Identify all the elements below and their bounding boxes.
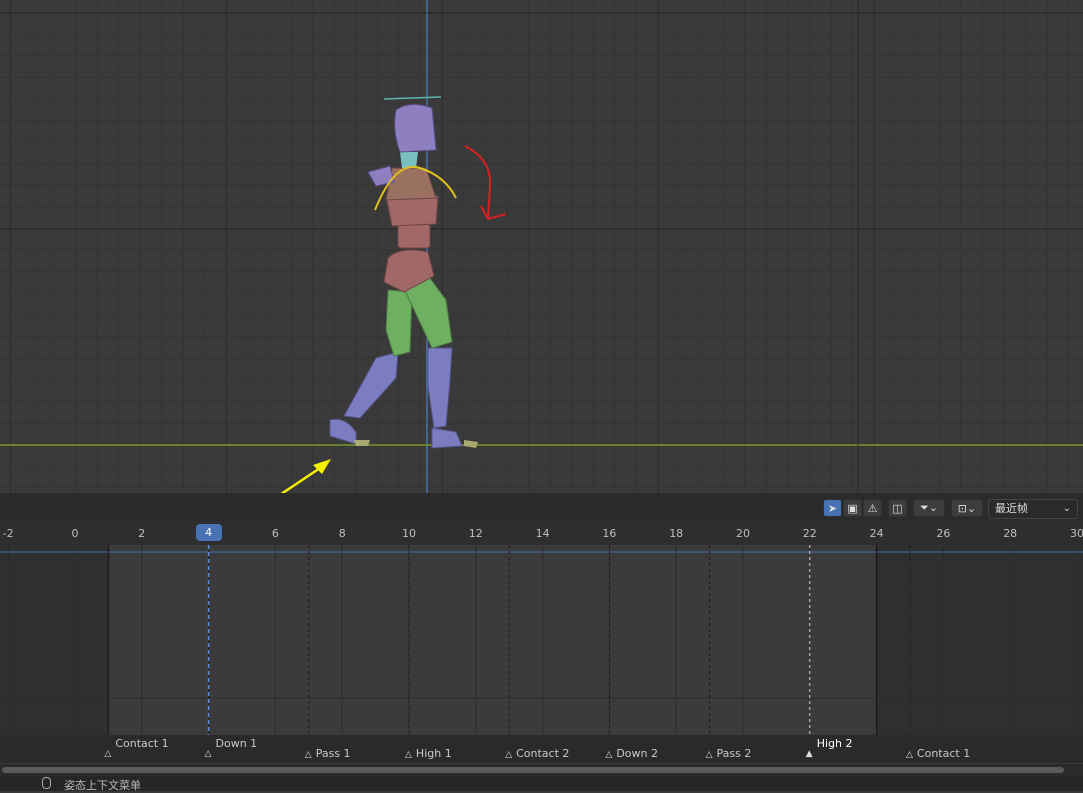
frame-tick-label: 16 (602, 527, 617, 540)
marker-triangle-icon: ▲ (805, 749, 813, 759)
marker-label: Contact 1 (115, 737, 169, 750)
marker-label: Pass 2 (716, 747, 752, 760)
frame-tick-label: 30 (1070, 527, 1083, 540)
mouse-icon (42, 777, 51, 789)
head (394, 104, 437, 153)
marker-label: Down 1 (215, 737, 258, 750)
marker-triangle-icon: △ (705, 750, 713, 760)
character-rig (329, 96, 478, 449)
timeline-marker[interactable]: △ Pass 2 (706, 747, 752, 760)
3d-viewport[interactable] (0, 0, 1083, 493)
timeline-marker[interactable]: △Down 1 (205, 737, 258, 759)
abdomen (397, 223, 431, 249)
marker-triangle-icon: △ (304, 750, 312, 760)
marker-label: Contact 1 (916, 747, 971, 760)
mode-select-value: 最近帧 (995, 502, 1028, 515)
snap-icon[interactable]: ⊡⌄ (951, 499, 983, 517)
frame-tick-label: 20 (736, 527, 750, 540)
scrollbar-thumb[interactable] (2, 767, 1064, 773)
frame-tick-label: 22 (802, 527, 817, 540)
timeline-marker[interactable]: ▲High 2 (806, 737, 853, 759)
rotation-annotation (464, 145, 492, 219)
frame-tick-label: 10 (402, 527, 416, 540)
marker-triangle-icon: △ (104, 749, 112, 759)
marker-label: High 1 (415, 747, 452, 760)
timeline-track-area[interactable] (0, 545, 1083, 735)
marker-triangle-icon: △ (405, 750, 412, 760)
frame-tick-label: 14 (535, 527, 550, 540)
frame-tick-label: 28 (1003, 527, 1018, 540)
upper-chest (385, 167, 437, 201)
foot-right (431, 427, 463, 449)
timeline-header: ➤ ▣ ⚠ ◫ ⏷⌄ ⊡⌄ (0, 493, 1083, 521)
timeline-marker[interactable]: △ High 1 (405, 747, 452, 760)
foot-left (329, 418, 357, 445)
box-select-icon[interactable]: ▣ (843, 499, 862, 517)
timeline-marker[interactable]: △ Contact 2 (505, 747, 569, 760)
viewport-scene (0, 0, 1083, 493)
neck (400, 152, 418, 168)
chevron-down-icon: ⌄ (1062, 503, 1071, 514)
funnel-icon[interactable]: ⏷⌄ (913, 499, 945, 517)
track-canvas (0, 545, 1083, 735)
frame-tick-label: 0 (71, 527, 79, 540)
current-frame-indicator[interactable]: 4 (195, 524, 222, 541)
marker-triangle-icon: △ (605, 750, 613, 760)
shin-right (427, 347, 453, 429)
shin-left (343, 351, 399, 419)
frame-tick-label: 2 (138, 527, 146, 540)
frame-tick-label: 12 (468, 527, 483, 540)
normalize-icon[interactable]: ◫ (888, 499, 907, 517)
frame-tick-label: 26 (936, 527, 951, 540)
timeline-marker[interactable]: △ Pass 1 (305, 747, 351, 760)
toe-left (354, 440, 370, 446)
playback-range (108, 545, 877, 735)
marker-triangle-icon: △ (906, 750, 913, 760)
timeline-marker[interactable]: △Contact 1 (906, 747, 970, 760)
thigh-left (385, 289, 413, 357)
timeline-marker[interactable]: △Contact 1 (104, 737, 169, 759)
head-control (383, 96, 442, 100)
marker-triangle-icon: △ (505, 750, 513, 760)
horizontal-scrollbar[interactable] (0, 764, 1083, 776)
marker-label: Contact 2 (516, 747, 570, 760)
timeline-marker[interactable]: △ Down 2 (605, 747, 658, 760)
frame-tick-label: 8 (338, 527, 346, 540)
marker-triangle-icon: △ (204, 749, 212, 759)
frame-tick-label: -2 (2, 527, 14, 540)
pointer-arrow (280, 462, 327, 493)
marker-label: Down 2 (616, 747, 658, 760)
frame-ruler[interactable]: -2 0 2 4 6 8 10 12 14 16 18 20 22 24 26 28 30 (0, 521, 1083, 545)
warning-icon[interactable]: ⚠ (863, 499, 882, 517)
rotation-annotation-head (480, 205, 507, 221)
status-bar: 姿态上下文菜单 (0, 776, 1083, 792)
cursor-arrow-icon[interactable]: ➤ (823, 499, 842, 517)
frame-tick-label: 24 (869, 527, 884, 540)
frame-tick-label: 6 (271, 527, 279, 540)
marker-row[interactable]: △Contact 1 △Down 1 △ Pass 1 △ High 1 △ Contact … (0, 735, 1083, 763)
marker-label: Pass 1 (315, 747, 351, 760)
keyframe-mode-select[interactable]: 最近帧 ⌄ (988, 499, 1078, 519)
frame-tick-label: 18 (669, 527, 684, 540)
chest (385, 195, 439, 227)
marker-label: High 2 (816, 737, 853, 750)
toe-right (464, 440, 478, 448)
